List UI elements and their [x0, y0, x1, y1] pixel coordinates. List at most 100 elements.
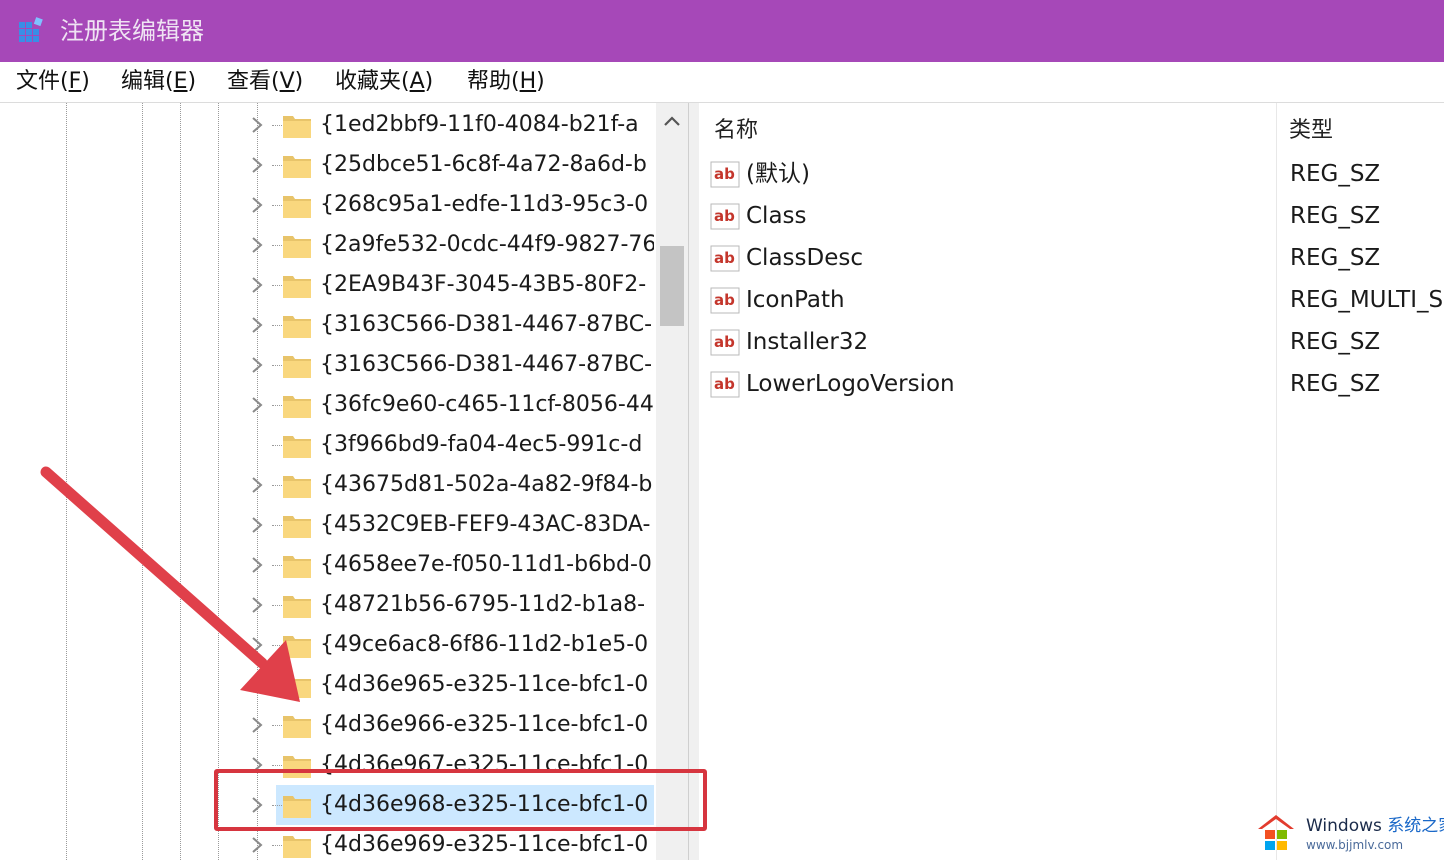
- windows-house-logo-icon: [1258, 815, 1294, 850]
- folder-icon: [283, 716, 311, 738]
- tree-item[interactable]: {4532C9EB-FEF9-43AC-83DA-: [4, 505, 654, 545]
- values-list[interactable]: 名称 类型 ab (默认) REG_SZ ab Class REG_SZ ab ClassDe…: [699, 103, 1444, 860]
- tree-item[interactable]: {4d36e966-e325-11ce-bfc1-0: [4, 705, 654, 745]
- value-type: REG_SZ: [1290, 203, 1381, 229]
- value-name: ClassDesc: [746, 245, 863, 271]
- chevron-right-icon[interactable]: [247, 274, 267, 296]
- chevron-right-icon[interactable]: [247, 394, 267, 416]
- watermark-url: www.bjjmlv.com: [1306, 838, 1404, 852]
- tree-item[interactable]: {3f966bd9-fa04-4ec5-991c-d: [4, 425, 654, 465]
- registry-value-row[interactable]: ab Class REG_SZ: [699, 196, 1444, 238]
- chevron-right-icon[interactable]: [247, 474, 267, 496]
- tree-item[interactable]: {2a9fe532-0cdc-44f9-9827-76: [4, 225, 654, 265]
- value-name: LowerLogoVersion: [746, 371, 955, 397]
- value-type: REG_SZ: [1290, 161, 1381, 187]
- folder-icon: [283, 676, 311, 698]
- registry-value-row[interactable]: ab LowerLogoVersion REG_SZ: [699, 364, 1444, 406]
- tree-connector-line: [272, 325, 282, 326]
- chevron-right-icon[interactable]: [247, 154, 267, 176]
- tree-item-label: {4d36e965-e325-11ce-bfc1-0: [320, 672, 649, 697]
- value-name: (默认): [746, 161, 810, 187]
- tree-connector-line: [272, 765, 282, 766]
- column-header-type[interactable]: 类型: [1289, 111, 1333, 151]
- chevron-right-icon[interactable]: [247, 834, 267, 856]
- tree-connector-line: [272, 405, 282, 406]
- tree-item-label: {36fc9e60-c465-11cf-8056-44: [320, 392, 654, 417]
- tree-item[interactable]: {49ce6ac8-6f86-11d2-b1e5-0: [4, 625, 654, 665]
- tree-connector-line: [272, 525, 282, 526]
- tree-item-label: {268c95a1-edfe-11d3-95c3-0: [320, 192, 649, 217]
- tree-vertical-scrollbar[interactable]: [656, 103, 688, 860]
- scroll-up-arrow-icon[interactable]: [663, 114, 681, 128]
- tree-connector-line: [272, 685, 282, 686]
- registry-value-row[interactable]: ab IconPath REG_MULTI_S: [699, 280, 1444, 322]
- tree-connector-line: [272, 365, 282, 366]
- value-type: REG_SZ: [1290, 371, 1381, 397]
- svg-text:ab: ab: [714, 165, 735, 183]
- registry-value-row[interactable]: ab Installer32 REG_SZ: [699, 322, 1444, 364]
- window-title: 注册表编辑器: [60, 17, 204, 45]
- chevron-right-icon[interactable]: [247, 514, 267, 536]
- registry-tree[interactable]: {1ed2bbf9-11f0-4084-b21f-a {25dbce51-6c8f…: [4, 103, 689, 860]
- string-value-icon: ab: [710, 371, 740, 398]
- tree-connector-line: [272, 125, 282, 126]
- pane-splitter[interactable]: [689, 103, 699, 860]
- menu-edit[interactable]: 编辑(E): [119, 66, 198, 98]
- tree-item-label: {1ed2bbf9-11f0-4084-b21f-a: [320, 112, 639, 137]
- tree-item-label: {2EA9B43F-3045-43B5-80F2-: [320, 272, 647, 297]
- menu-favorites[interactable]: 收藏夹(A): [333, 66, 435, 98]
- tree-item[interactable]: {43675d81-502a-4a82-9f84-b: [4, 465, 654, 505]
- tree-item[interactable]: {3163C566-D381-4467-87BC-: [4, 345, 654, 385]
- registry-value-row[interactable]: ab ClassDesc REG_SZ: [699, 238, 1444, 280]
- chevron-right-icon[interactable]: [247, 354, 267, 376]
- folder-icon: [283, 116, 311, 138]
- svg-text:ab: ab: [714, 375, 735, 393]
- svg-text:ab: ab: [714, 333, 735, 351]
- menu-bar: 文件(F) 编辑(E) 查看(V) 收藏夹(A) 帮助(H): [0, 62, 1444, 103]
- tree-item[interactable]: {25dbce51-6c8f-4a72-8a6d-b: [4, 145, 654, 185]
- tree-connector-line: [272, 285, 282, 286]
- chevron-right-icon[interactable]: [247, 674, 267, 696]
- tree-connector-line: [272, 605, 282, 606]
- folder-icon: [283, 836, 311, 858]
- tree-connector-line: [272, 485, 282, 486]
- menu-file[interactable]: 文件(F): [14, 66, 92, 98]
- column-header-name[interactable]: 名称: [714, 111, 758, 151]
- tree-item[interactable]: {2EA9B43F-3045-43B5-80F2-: [4, 265, 654, 305]
- folder-icon: [283, 596, 311, 618]
- string-value-icon: ab: [710, 329, 740, 356]
- tree-item-label: {43675d81-502a-4a82-9f84-b: [320, 472, 653, 497]
- value-name: Installer32: [746, 329, 869, 355]
- tree-item-label: {4658ee7e-f050-11d1-b6bd-0: [320, 552, 652, 577]
- watermark: Windows 系统之家 www.bjjmlv.com: [1254, 810, 1444, 860]
- value-type: REG_MULTI_S: [1290, 287, 1444, 313]
- value-name: IconPath: [746, 287, 845, 313]
- chevron-right-icon[interactable]: [247, 714, 267, 736]
- watermark-title: Windows 系统之家: [1306, 816, 1444, 836]
- string-value-icon: ab: [710, 245, 740, 272]
- chevron-right-icon[interactable]: [247, 314, 267, 336]
- menu-help[interactable]: 帮助(H): [465, 66, 547, 98]
- menu-view[interactable]: 查看(V): [225, 66, 305, 98]
- tree-item[interactable]: {1ed2bbf9-11f0-4084-b21f-a: [4, 105, 654, 145]
- string-value-icon: ab: [710, 161, 740, 188]
- registry-value-row[interactable]: ab (默认) REG_SZ: [699, 154, 1444, 196]
- chevron-right-icon[interactable]: [247, 554, 267, 576]
- tree-item[interactable]: {4658ee7e-f050-11d1-b6bd-0: [4, 545, 654, 585]
- value-name: Class: [746, 203, 807, 229]
- annotation-highlight-box: [214, 769, 707, 831]
- tree-item-label: {25dbce51-6c8f-4a72-8a6d-b: [320, 152, 647, 177]
- chevron-right-icon[interactable]: [247, 594, 267, 616]
- tree-item[interactable]: {3163C566-D381-4467-87BC-: [4, 305, 654, 345]
- chevron-right-icon[interactable]: [247, 194, 267, 216]
- folder-icon: [283, 156, 311, 178]
- tree-item[interactable]: {36fc9e60-c465-11cf-8056-44: [4, 385, 654, 425]
- chevron-right-icon[interactable]: [247, 234, 267, 256]
- chevron-right-icon[interactable]: [247, 634, 267, 656]
- scroll-thumb[interactable]: [660, 246, 684, 326]
- tree-item[interactable]: {48721b56-6795-11d2-b1a8-: [4, 585, 654, 625]
- tree-item-label: {3f966bd9-fa04-4ec5-991c-d: [320, 432, 643, 457]
- tree-item[interactable]: {268c95a1-edfe-11d3-95c3-0: [4, 185, 654, 225]
- chevron-right-icon[interactable]: [247, 114, 267, 136]
- tree-item[interactable]: {4d36e965-e325-11ce-bfc1-0: [4, 665, 654, 705]
